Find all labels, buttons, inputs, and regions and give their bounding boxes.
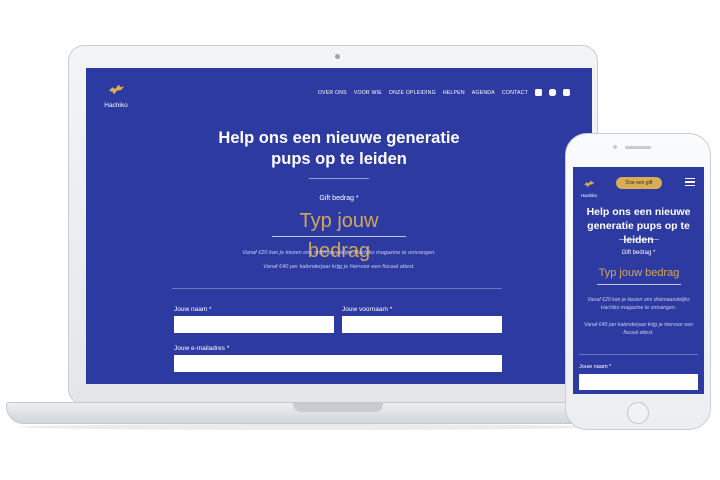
page-title: Help ons een nieuwe generatie pups op te…	[86, 128, 592, 170]
mobile-name-label: Jouw naam *	[579, 364, 612, 370]
laptop-notch	[293, 403, 383, 412]
firstname-label: Jouw voornaam *	[342, 306, 393, 313]
hamburger-menu-icon[interactable]	[685, 178, 695, 188]
facebook-icon[interactable]	[535, 89, 542, 96]
phone-speaker	[625, 146, 651, 149]
name-label: Jouw naam *	[174, 306, 212, 313]
firstname-input[interactable]	[342, 316, 502, 333]
gift-amount-input[interactable]: Typ jouw bedrag	[272, 206, 406, 262]
page-title-line1: Help ons een nieuwe generatie	[218, 129, 460, 147]
nav-onze-opleiding[interactable]: ONZE OPLEIDING	[389, 90, 436, 96]
nav-contact[interactable]: CONTACT	[502, 90, 528, 96]
magazine-note: Vanaf €20 kan je kiezen ons driemaandeli…	[242, 250, 436, 256]
donate-button[interactable]: Doe een gift	[616, 177, 662, 189]
desktop-screen: Hachiko OVER ONS VOOR WIE ONZE OPLEIDING…	[86, 68, 592, 384]
mobile-logo-text: Hachiko	[580, 193, 598, 198]
mobile-title-divider	[619, 239, 659, 240]
mobile-gift-amount-label: Gift bedrag *	[621, 250, 656, 256]
dog-logo-icon	[108, 84, 125, 95]
laptop-camera	[335, 54, 340, 59]
nav-helpen[interactable]: HELPEN	[443, 90, 465, 96]
phone-home-button	[627, 402, 649, 424]
mobile-page-title: Help ons een nieuwe generatie pups op te…	[573, 205, 704, 247]
mobile-magazine-note: Vanaf €20 kan je kiezen ons driemaandeli…	[587, 297, 690, 311]
mobile-hachiko-logo[interactable]: Hachiko	[579, 175, 599, 198]
title-divider	[309, 178, 369, 179]
page-title-line2: pups op te leiden	[271, 150, 407, 168]
mobile-title-line2: generatie pups op te leiden	[587, 220, 690, 246]
mobile-form-divider	[579, 354, 698, 355]
hachiko-logo[interactable]: Hachiko	[98, 82, 134, 109]
name-input[interactable]	[174, 316, 334, 333]
mobile-title-line1: Help ons een nieuwe	[586, 206, 691, 218]
tax-certificate-note: Vanaf €40 per kalenderjaar krijg je hier…	[263, 264, 415, 270]
nav-over-ons[interactable]: OVER ONS	[318, 90, 347, 96]
logo-text: Hachiko	[104, 102, 128, 109]
email-label: Jouw e-mailadres *	[174, 345, 230, 352]
youtube-icon[interactable]	[563, 89, 570, 96]
instagram-icon[interactable]	[549, 89, 556, 96]
main-nav: OVER ONS VOOR WIE ONZE OPLEIDING HELPEN …	[318, 89, 570, 96]
mobile-screen: Hachiko Doe een gift Help ons een nieuwe…	[573, 167, 704, 394]
nav-agenda[interactable]: AGENDA	[472, 90, 495, 96]
mobile-name-input[interactable]	[579, 374, 698, 390]
phone-camera	[613, 145, 617, 149]
laptop-shadow	[20, 424, 600, 430]
gift-amount-label: Gift bedrag *	[319, 195, 359, 202]
nav-voor-wie[interactable]: VOOR WIE	[354, 90, 382, 96]
mobile-tax-certificate-note: Vanaf €40 per kalenderjaar krijg je hier…	[583, 322, 694, 336]
dog-logo-icon	[584, 180, 595, 188]
email-input[interactable]	[174, 355, 502, 372]
form-divider	[172, 288, 502, 289]
mobile-gift-amount-input[interactable]: Typ jouw bedrag	[597, 262, 681, 285]
